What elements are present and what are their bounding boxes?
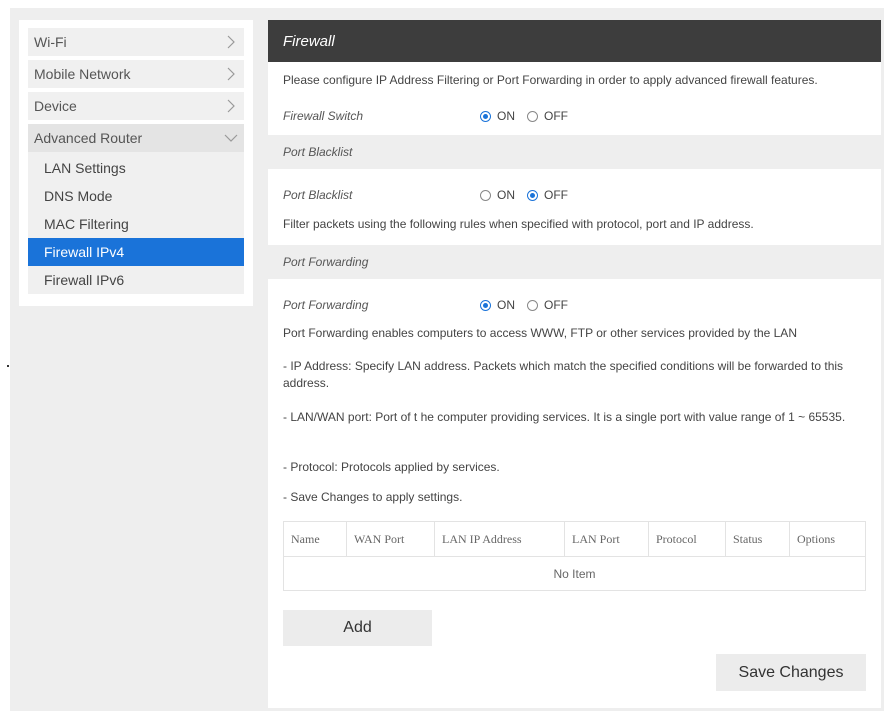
column-header-options: Options bbox=[789, 521, 866, 557]
sidebar-subitem-firewall-ipv6[interactable]: Firewall IPv6 bbox=[28, 266, 244, 294]
radio-checked-icon bbox=[527, 189, 538, 201]
port-forwarding-table: Name WAN Port LAN IP Address LAN Port Pr… bbox=[283, 521, 866, 591]
column-header-lan-ip-address: LAN IP Address bbox=[434, 521, 565, 557]
radio-unchecked-icon bbox=[480, 189, 491, 201]
section-port-blacklist: Port Blacklist bbox=[268, 135, 881, 169]
chevron-right-icon bbox=[224, 66, 238, 82]
radio-label: OFF bbox=[544, 188, 568, 202]
radio-label: ON bbox=[497, 298, 515, 312]
chevron-down-icon bbox=[224, 130, 238, 146]
table-header-row: Name WAN Port LAN IP Address LAN Port Pr… bbox=[283, 521, 866, 557]
protocol-description: - Protocol: Protocols applied by service… bbox=[283, 460, 500, 474]
sidebar-item-label: Wi-Fi bbox=[34, 34, 67, 50]
firewall-switch-row: Firewall Switch ON OFF bbox=[268, 109, 595, 123]
port-forwarding-label: Port Forwarding bbox=[283, 298, 369, 312]
table-empty-message: No Item bbox=[283, 556, 866, 591]
port-blacklist-row: Port Blacklist ON OFF bbox=[268, 188, 595, 202]
page-title: Firewall bbox=[268, 20, 881, 62]
sidebar-subitem-dns-mode[interactable]: DNS Mode bbox=[28, 182, 244, 210]
port-forwarding-row: Port Forwarding ON OFF bbox=[268, 298, 595, 312]
ip-address-description: - IP Address: Specify LAN address. Packe… bbox=[283, 359, 844, 390]
sidebar-item-label: Mobile Network bbox=[34, 66, 131, 82]
port-forwarding-on-radio[interactable]: ON bbox=[480, 298, 515, 312]
column-header-wan-port: WAN Port bbox=[346, 521, 435, 557]
column-header-status: Status bbox=[725, 521, 790, 557]
port-blacklist-label: Port Blacklist bbox=[283, 188, 353, 202]
sidebar-item-advanced-router[interactable]: Advanced Router bbox=[28, 124, 244, 152]
intro-text: Please configure IP Address Filtering or… bbox=[283, 73, 818, 87]
radio-label: OFF bbox=[544, 298, 568, 312]
radio-label: ON bbox=[497, 188, 515, 202]
radio-checked-icon bbox=[480, 110, 491, 122]
radio-checked-icon bbox=[480, 299, 491, 311]
sidebar-item-device[interactable]: Device bbox=[28, 92, 244, 120]
sidebar-subitem-firewall-ipv4[interactable]: Firewall IPv4 bbox=[28, 238, 244, 266]
port-blacklist-off-radio[interactable]: OFF bbox=[527, 188, 568, 202]
add-button[interactable]: Add bbox=[283, 610, 432, 646]
save-description: - Save Changes to apply settings. bbox=[283, 490, 463, 504]
sidebar-item-label: Advanced Router bbox=[34, 130, 143, 146]
advanced-router-submenu: LAN Settings DNS Mode MAC Filtering Fire… bbox=[28, 152, 244, 294]
chevron-right-icon bbox=[224, 34, 238, 50]
firewall-switch-label: Firewall Switch bbox=[283, 109, 364, 123]
radio-unchecked-icon bbox=[527, 110, 538, 122]
stray-dot bbox=[7, 365, 9, 367]
radio-label: ON bbox=[497, 109, 515, 123]
blacklist-description: Filter packets using the following rules… bbox=[283, 217, 754, 231]
port-forwarding-off-radio[interactable]: OFF bbox=[527, 298, 568, 312]
firewall-panel: Firewall Please configure IP Address Fil… bbox=[268, 20, 881, 708]
sidebar: Wi-Fi Mobile Network Device Advanced Rou… bbox=[19, 20, 253, 306]
table-row: No Item bbox=[283, 556, 866, 591]
radio-label: OFF bbox=[544, 109, 568, 123]
lan-wan-port-description: - LAN/WAN port: Port of t he computer pr… bbox=[283, 410, 846, 424]
column-header-name: Name bbox=[283, 521, 347, 557]
save-changes-button[interactable]: Save Changes bbox=[716, 654, 866, 691]
sidebar-item-label: Device bbox=[34, 98, 77, 114]
sidebar-item-mobile-network[interactable]: Mobile Network bbox=[28, 60, 244, 88]
radio-unchecked-icon bbox=[527, 299, 538, 311]
firewall-switch-off-radio[interactable]: OFF bbox=[527, 109, 568, 123]
column-header-protocol: Protocol bbox=[648, 521, 726, 557]
forwarding-description: Port Forwarding enables computers to acc… bbox=[283, 326, 797, 340]
sidebar-item-wifi[interactable]: Wi-Fi bbox=[28, 28, 244, 56]
section-port-forwarding: Port Forwarding bbox=[268, 245, 881, 279]
firewall-switch-on-radio[interactable]: ON bbox=[480, 109, 515, 123]
chevron-right-icon bbox=[224, 98, 238, 114]
column-header-lan-port: LAN Port bbox=[564, 521, 649, 557]
sidebar-subitem-mac-filtering[interactable]: MAC Filtering bbox=[28, 210, 244, 238]
sidebar-subitem-lan-settings[interactable]: LAN Settings bbox=[28, 154, 244, 182]
port-blacklist-on-radio[interactable]: ON bbox=[480, 188, 515, 202]
